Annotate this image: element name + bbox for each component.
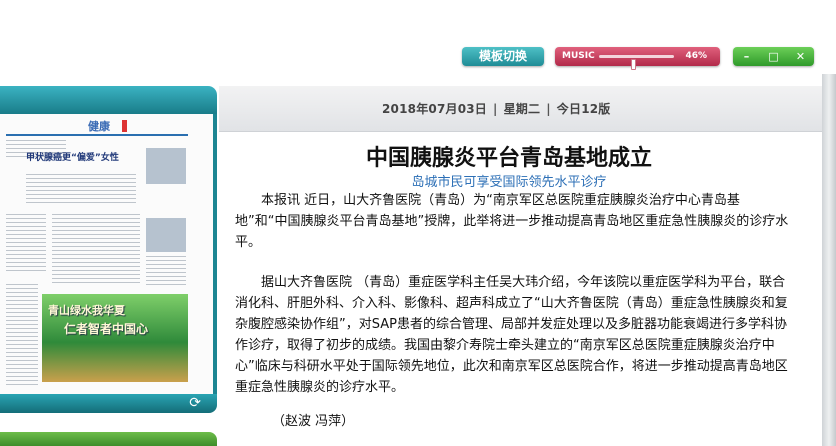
maximize-button[interactable]: □ [765,50,783,63]
thumbnail-text-block [6,284,38,388]
music-control: MUSIC 46% [555,47,720,70]
thumbnail-section-name: 健康 [88,120,110,133]
thumbnail-panel-body: 健康 甲状腺癌更“偏爱”女性 青山绿水我华夏 仁者智者中国心 [0,114,217,394]
close-button[interactable]: ✕ [792,50,810,63]
thermometer-icon [122,120,127,132]
thumbnail-text-block [26,174,136,204]
issue-edition[interactable]: 今日12版 [557,102,611,116]
music-volume-knob[interactable] [631,59,636,70]
thumbnail-ad-line1: 青山绿水我华夏 [48,304,125,317]
issue-info: 2018年07月03日 | 星期二 | 今日12版 [382,102,611,116]
thumbnail-text-block [52,214,140,284]
thumbnail-text-block [146,256,186,286]
issue-weekday: 星期二 [503,102,541,116]
thumbnail-photo [146,148,186,184]
thumbnail-photo [146,218,186,252]
thumbnail-headline: 甲状腺癌更“偏爱”女性 [26,153,119,163]
music-volume-slider[interactable] [599,55,674,70]
article-headline: 中国胰腺炎平台青岛基地成立 [365,145,652,171]
music-label: MUSIC [562,51,595,61]
thumbnail-ad-line2: 仁者智者中国心 [64,322,149,336]
thumbnail-panel-footer: ⟳ [0,394,217,413]
newspaper-thumbnail[interactable]: 健康 甲状腺癌更“偏爱”女性 青山绿水我华夏 仁者智者中国心 [0,114,213,394]
music-volume-value: 46% [685,51,707,61]
minimize-button[interactable]: – [738,50,756,63]
newspaper-viewer: 模板切换 MUSIC 46% – □ ✕ 健康 甲状腺癌更“偏爱”女性 青山绿水… [0,0,836,446]
page-thumbnail-panel: 健康 甲状腺癌更“偏爱”女性 青山绿水我华夏 仁者智者中国心 ⟳ [0,86,217,426]
refresh-icon[interactable]: ⟳ [189,395,201,412]
date-bar: 2018年07月03日 | 星期二 | 今日12版 [219,86,822,132]
template-switch-button[interactable]: 模板切换 [462,47,544,66]
issue-date: 2018年07月03日 [382,102,487,116]
thumbnail-panel-header [0,86,217,114]
thumbnail-masthead: 健康 [6,118,188,136]
article-paragraph: 据山大齐鲁医院 （青岛）重症医学科主任吴大玮介绍，今年该院以重症医学科为平台，联… [235,275,788,395]
scrollbar[interactable] [822,74,836,446]
article-subhead: 岛城市民可享受国际领先水平诊疗 [411,175,607,190]
article-paragraph: 本报讯 近日，山大齐鲁医院（青岛）为“南京军区总医院重症胰腺炎治疗中心青岛基地”… [235,193,789,250]
secondary-panel-header[interactable] [0,432,217,446]
thumbnail-ad-image: 青山绿水我华夏 仁者智者中国心 [42,294,188,382]
window-controls: – □ ✕ [733,47,814,66]
article-body: 本报讯 近日，山大齐鲁医院（青岛）为“南京军区总医院重症胰腺炎治疗中心青岛基地”… [235,190,790,398]
article-view: 2018年07月03日 | 星期二 | 今日12版 中国胰腺炎平台青岛基地成立 岛城市民… [219,86,822,446]
article-byline: （赵波 冯萍） [272,414,355,429]
thumbnail-text-block [6,214,46,274]
